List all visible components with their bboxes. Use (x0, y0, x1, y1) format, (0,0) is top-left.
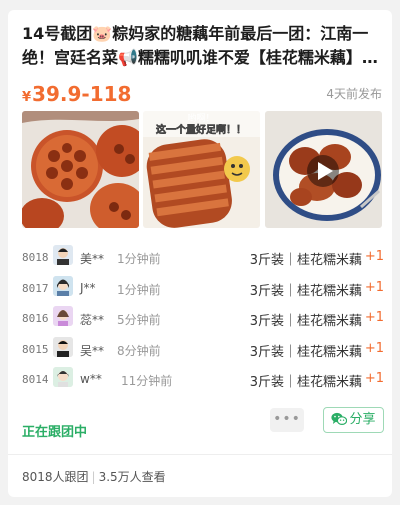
order-row: 8016 蕊** 5分钟前 3斤装｜桂花糯米藕 +1 (22, 303, 384, 334)
order-spec: 3斤装｜桂花糯米藕 (249, 375, 362, 390)
order-spec: 3斤装｜桂花糯米藕 (249, 253, 362, 268)
order-quantity: +1 (364, 249, 384, 264)
buyer-name: 吴** (80, 343, 105, 358)
buyer-name: w** (80, 372, 102, 386)
joined-count: 8018人跟团 (22, 470, 89, 484)
price-row: ¥39.9-118 4天前发布 (22, 80, 382, 108)
image-caption-2: 这一个量好足啊！！ (156, 123, 246, 136)
order-quantity: +1 (364, 310, 384, 325)
order-time: 8分钟前 (117, 343, 161, 358)
price: ¥39.9-118 (22, 80, 131, 112)
lotus-root-slices-photo[interactable] (22, 111, 139, 228)
order-row: 8015 吴** 8分钟前 3斤装｜桂花糯米藕 +1 (22, 334, 384, 365)
avatar[interactable] (53, 367, 73, 387)
avatar[interactable] (53, 336, 73, 357)
order-time: 1分钟前 (117, 282, 161, 297)
buyer-name: J** (80, 280, 96, 295)
order-time: 11分钟前 (121, 374, 173, 388)
more-button[interactable]: ••• (270, 408, 304, 432)
lotus-root-plate-video[interactable] (265, 111, 382, 228)
order-quantity: +1 (364, 371, 384, 386)
order-spec: 3斤装｜桂花糯米藕 (249, 344, 362, 360)
order-quantity: +1 (364, 279, 384, 295)
image-gallery: 哟啊！ 这一个量好足啊！！ (22, 111, 382, 228)
more-dots-icon: ••• (273, 411, 301, 427)
divider (8, 454, 392, 455)
order-number: 8018 (22, 251, 49, 264)
avatar[interactable] (53, 275, 73, 296)
price-range: 39.9-118 (32, 82, 132, 106)
order-number: 8017 (22, 281, 49, 295)
sliced-lotus-root-photo[interactable]: 哟啊！ 这一个量好足啊！！ (143, 111, 260, 228)
order-spec: 3斤装｜桂花糯米藕 (249, 283, 362, 299)
order-row: 8018 美** 1分钟前 3斤装｜桂花糯米藕 +1 (22, 242, 384, 273)
wechat-icon (331, 412, 348, 426)
order-list: 8018 美** 1分钟前 3斤装｜桂花糯米藕 +1 8017 J** 1分钟前… (22, 242, 384, 395)
order-time: 5分钟前 (117, 313, 161, 327)
order-time: 1分钟前 (117, 252, 161, 266)
view-count: 3.5万人查看 (98, 470, 166, 484)
avatar[interactable] (53, 306, 73, 326)
order-number: 8014 (22, 373, 49, 386)
group-buy-card[interactable]: 14号截团🐷粽妈家的糖藕年前最后一团：江南一绝！宫廷名菜📢糯糯叽叽谁不爱【桂花糯… (8, 10, 392, 497)
post-title[interactable]: 14号截团🐷粽妈家的糖藕年前最后一团：江南一绝！宫廷名菜📢糯糯叽叽谁不爱【桂花糯… (22, 22, 380, 70)
group-status: 正在跟团中 (22, 425, 88, 440)
order-number: 8016 (22, 312, 49, 325)
buyer-name: 美** (80, 252, 105, 266)
order-row: 8014 w** 11分钟前 3斤装｜桂花糯米藕 +1 (22, 364, 384, 395)
order-quantity: +1 (364, 340, 384, 356)
order-number: 8015 (22, 342, 49, 356)
currency-symbol: ¥ (22, 90, 32, 105)
stats-line: 8018人跟团 | 3.5万人查看 (22, 468, 166, 485)
avatar[interactable] (53, 245, 73, 265)
buyer-name: 蕊** (80, 313, 105, 327)
share-label: 分享 (349, 412, 376, 427)
posted-time: 4天前发布 (326, 87, 382, 101)
order-row: 8017 J** 1分钟前 3斤装｜桂花糯米藕 +1 (22, 273, 384, 304)
order-spec: 3斤装｜桂花糯米藕 (249, 314, 362, 329)
image-caption-1: 哟啊！ (187, 112, 214, 124)
stats-separator: | (91, 470, 96, 484)
share-button[interactable]: 分享 (323, 407, 384, 433)
